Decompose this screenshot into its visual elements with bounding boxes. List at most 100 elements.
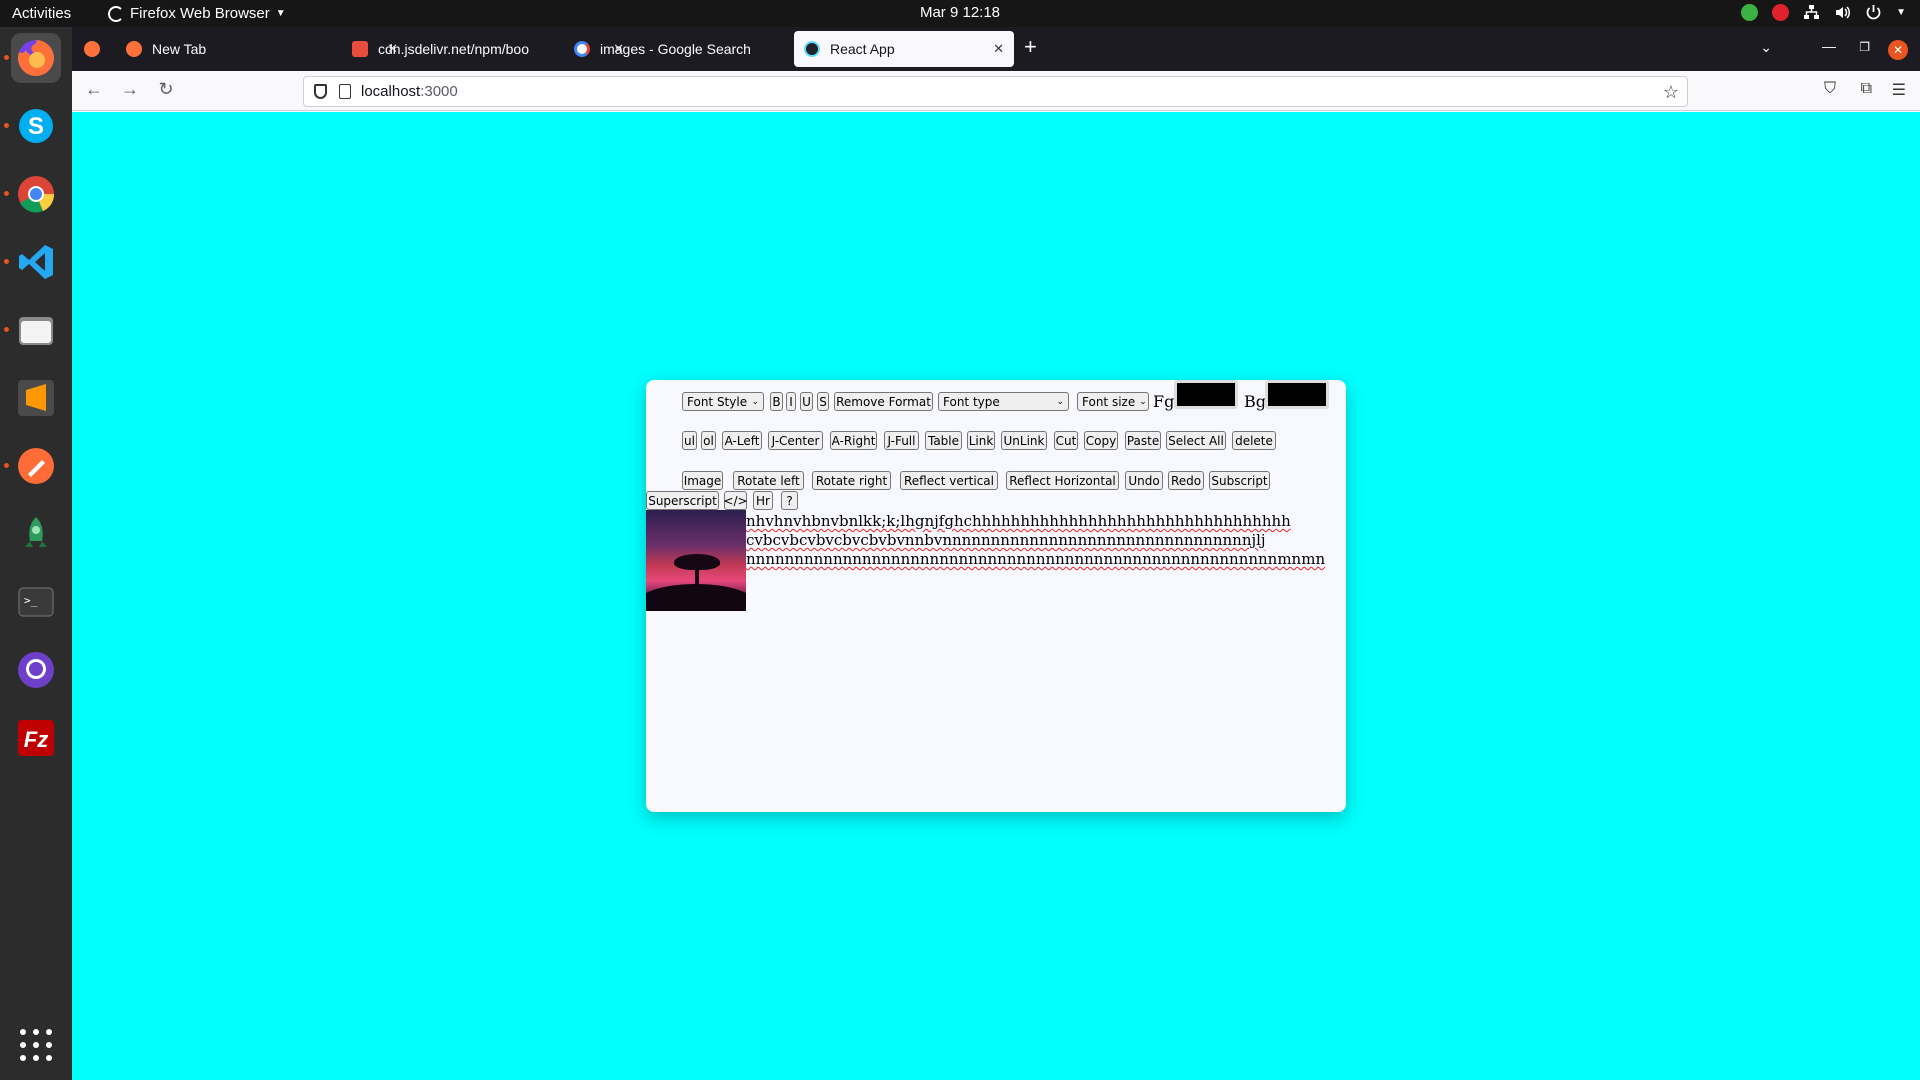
align-right-button[interactable]: A-Right: [830, 431, 877, 450]
background-color-picker[interactable]: [1265, 380, 1329, 409]
dock-firefox[interactable]: [4, 33, 61, 83]
menu-hamburger-icon[interactable]: ☰: [1892, 80, 1906, 100]
copy-button[interactable]: Copy: [1084, 431, 1118, 450]
back-icon[interactable]: ←: [82, 79, 106, 100]
justify-full-button[interactable]: J-Full: [884, 431, 919, 450]
url-text[interactable]: localhost:3000: [361, 83, 458, 100]
undo-button[interactable]: Undo: [1125, 471, 1163, 490]
hill-silhouette: [646, 584, 746, 611]
help-button[interactable]: ?: [781, 491, 798, 510]
dock-chrome[interactable]: [4, 169, 61, 219]
network-icon[interactable]: [1803, 4, 1820, 21]
remove-format-button[interactable]: Remove Format: [834, 392, 933, 411]
extensions-icon[interactable]: ⧉: [1861, 80, 1872, 98]
pocket-icon[interactable]: ⛉: [1824, 80, 1836, 98]
clock[interactable]: Mar 9 12:18: [920, 4, 1000, 21]
rotate-left-button[interactable]: Rotate left: [733, 471, 804, 490]
show-applications-icon[interactable]: [20, 1029, 52, 1061]
foreground-color-picker[interactable]: [1174, 380, 1238, 409]
underline-button[interactable]: U: [800, 392, 813, 411]
delete-button[interactable]: delete: [1232, 431, 1276, 450]
view-source-button[interactable]: </>: [723, 491, 748, 510]
chevron-down-icon: ▼: [275, 8, 286, 19]
subscript-button[interactable]: Subscript: [1209, 471, 1270, 490]
forward-icon[interactable]: →: [118, 79, 142, 100]
reflect-vertical-button[interactable]: Reflect vertical: [900, 471, 998, 490]
font-type-select[interactable]: Font type ⌄: [938, 392, 1069, 411]
dock-skype[interactable]: S: [4, 101, 61, 151]
cut-button[interactable]: Cut: [1054, 431, 1078, 450]
volume-icon[interactable]: [1834, 4, 1851, 21]
reload-icon[interactable]: ↻: [154, 79, 178, 100]
content-line: nhvhnvhbnvbnlkk;k;lhgnjfghchhhhhhhhhhhhh…: [746, 512, 1291, 530]
content-line: cvbcvbcvbvcbvcbvbvnnbvnnnnnnnnnnnnnnnnnn…: [746, 531, 1266, 549]
react-icon: [804, 41, 820, 57]
editable-content-area[interactable]: nhvhnvhbnvbnlkk;k;lhgnjfghchhhhhhhhhhhhh…: [746, 512, 1346, 569]
shield-check-icon[interactable]: [1741, 4, 1759, 21]
minimize-icon[interactable]: —: [1822, 38, 1836, 54]
activities-button[interactable]: Activities: [12, 5, 71, 22]
postman-icon: [18, 448, 54, 484]
strikethrough-button[interactable]: S: [817, 392, 829, 411]
firefox-icon: [126, 41, 142, 57]
dock-vscode[interactable]: [4, 237, 61, 287]
image-button[interactable]: Image: [682, 471, 723, 490]
url-bar[interactable]: localhost:3000 ☆: [303, 76, 1688, 107]
sublime-text-icon: [18, 380, 54, 416]
tracking-protection-shield-icon[interactable]: [314, 84, 327, 99]
select-all-button[interactable]: Select All: [1166, 431, 1226, 450]
align-left-button[interactable]: A-Left: [722, 431, 762, 450]
dock-filezilla[interactable]: Fz: [11, 713, 61, 763]
italic-button[interactable]: I: [786, 392, 796, 411]
skype-icon: S: [19, 109, 53, 143]
power-icon[interactable]: [1865, 4, 1882, 21]
tab-react-app[interactable]: React App ✕: [794, 31, 1014, 67]
navigation-toolbar: ← → ↻ localhost:3000 ☆ ⛉ ⧉ ☰: [72, 71, 1920, 111]
system-tray[interactable]: ▼: [1741, 4, 1906, 21]
github-icon: [18, 652, 54, 688]
table-button[interactable]: Table: [925, 431, 962, 450]
ordered-list-button[interactable]: ol: [701, 431, 716, 450]
dock-github[interactable]: [11, 645, 61, 695]
firefox-view-icon[interactable]: [84, 41, 100, 57]
shield-icon: [352, 41, 368, 57]
paste-button[interactable]: Paste: [1125, 431, 1161, 450]
superscript-button[interactable]: Superscript: [646, 491, 719, 510]
dock-robo3t[interactable]: [11, 509, 61, 559]
background-color-label: Bg: [1244, 392, 1266, 411]
firefox-window: New Tab ✕ cdn.jsdelivr.net/npm/boo ✕ ima…: [72, 27, 1920, 1080]
horizontal-rule-button[interactable]: Hr: [753, 491, 773, 510]
close-window-icon[interactable]: ✕: [1888, 40, 1908, 60]
filezilla-icon: Fz: [18, 720, 54, 756]
app-menu[interactable]: Firefox Web Browser ▼: [108, 5, 286, 22]
close-icon[interactable]: ✕: [993, 41, 1004, 57]
justify-center-button[interactable]: J-Center: [768, 431, 823, 450]
dock-postman[interactable]: [4, 441, 61, 491]
restore-icon[interactable]: ❐: [1859, 40, 1870, 54]
dock-sublime[interactable]: [11, 373, 61, 423]
tab-title: React App: [830, 41, 895, 57]
link-button[interactable]: Link: [967, 431, 995, 450]
chrome-icon: [18, 176, 55, 213]
font-size-select[interactable]: Font size ⌄: [1077, 392, 1149, 411]
dock-files[interactable]: [4, 305, 61, 355]
vscode-icon: [19, 245, 53, 279]
dock-terminal[interactable]: >_: [11, 577, 61, 627]
unordered-list-button[interactable]: ul: [682, 431, 697, 450]
rocket-icon: [25, 517, 47, 547]
bold-button[interactable]: B: [770, 392, 783, 411]
new-tab-plus-icon[interactable]: +: [1024, 36, 1037, 58]
bookmark-star-icon[interactable]: ☆: [1663, 82, 1679, 103]
reflect-horizontal-button[interactable]: Reflect Horizontal: [1006, 471, 1119, 490]
font-style-select[interactable]: Font Style ⌄: [682, 392, 764, 411]
page-info-icon[interactable]: [339, 84, 351, 99]
inserted-image-sunset-tree[interactable]: [646, 510, 746, 611]
rotate-right-button[interactable]: Rotate right: [812, 471, 891, 490]
chevron-down-icon: ⌄: [1056, 396, 1064, 407]
redo-button[interactable]: Redo: [1168, 471, 1204, 490]
list-all-tabs-chevron-icon[interactable]: ⌄: [1760, 39, 1772, 56]
do-not-disturb-icon[interactable]: [1772, 4, 1790, 21]
unlink-button[interactable]: UnLink: [1001, 431, 1047, 450]
system-top-bar: Activities Firefox Web Browser ▼ Mar 9 1…: [0, 0, 1920, 27]
chevron-down-icon[interactable]: ▼: [1896, 7, 1906, 18]
